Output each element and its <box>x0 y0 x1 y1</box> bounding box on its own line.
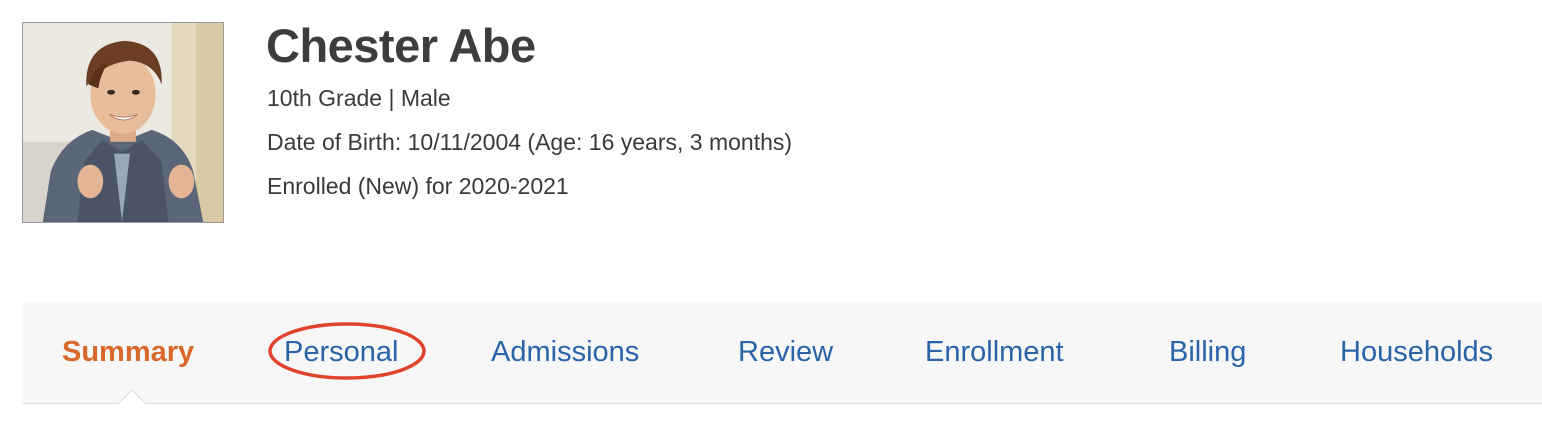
active-tab-indicator <box>118 389 146 404</box>
tab-billing[interactable]: Billing <box>1169 332 1246 372</box>
student-name: Chester Abe <box>266 19 536 72</box>
tab-summary[interactable]: Summary <box>62 332 194 372</box>
tab-admissions[interactable]: Admissions <box>491 332 639 372</box>
student-photo <box>22 22 224 223</box>
student-date-of-birth: Date of Birth: 10/11/2004 (Age: 16 years… <box>267 129 793 155</box>
profile-tab-bar: Summary Personal Admissions Review Enrol… <box>22 302 1542 404</box>
tab-personal[interactable]: Personal <box>284 332 398 372</box>
tab-households[interactable]: Households <box>1340 332 1493 372</box>
tab-enrollment[interactable]: Enrollment <box>925 332 1064 372</box>
student-grade-gender: 10th Grade | Male <box>267 85 451 111</box>
student-enrollment-status: Enrolled (New) for 2020-2021 <box>267 173 569 199</box>
tab-review[interactable]: Review <box>738 332 833 372</box>
